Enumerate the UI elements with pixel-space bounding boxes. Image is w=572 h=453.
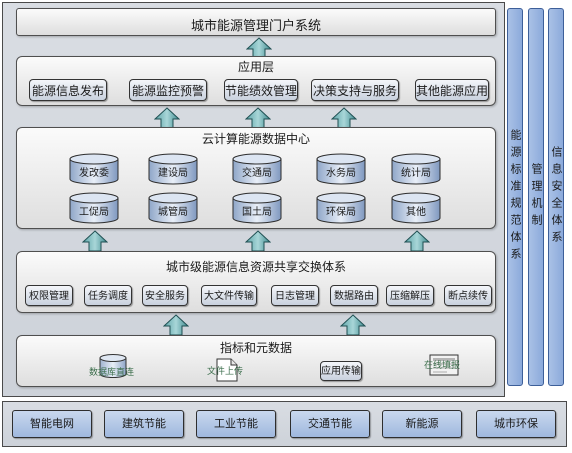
cloud-data-center: 云计算能源数据中心 发改委 建设局 交通局 水务局 统计局 工促局 城管局 国土局 环保局 其他 [16,127,496,229]
database-row2-1[interactable]: 城管局 [148,192,198,224]
db-direct-label: 数据库直连 [89,368,135,378]
exchange-item-routing[interactable]: 数据路由 [330,285,378,306]
side-bar-info-security: 信息安全体系 [548,8,564,386]
metadata-layer: 指标和元数据 数据库直连 文件上传 应用传输 在线填报 [16,335,496,387]
metadata-title: 指标和元数据 [219,341,292,355]
arrow-up-icon [154,107,180,129]
arrow-up-icon [340,314,366,336]
database-row1-1[interactable]: 建设局 [148,153,198,185]
database-label: 其他 [406,207,426,218]
app-item-other[interactable]: 其他能源应用 [415,79,489,101]
bottom-domain-bar: 智能电网 建筑节能 工业节能 交通节能 新能源 城市环保 [2,401,567,447]
database-label: 工促局 [79,207,109,218]
database-label: 交通局 [242,168,272,179]
arrow-up-icon [331,107,357,129]
database-label: 水务局 [326,168,356,179]
arrow-up-icon [163,314,189,336]
app-item-performance[interactable]: 节能绩效管理 [224,79,298,101]
exchange-system-title: 城市级能源信息资源共享交换体系 [165,260,346,274]
arrow-up-icon [404,230,430,252]
bottom-item-smart-grid[interactable]: 智能电网 [12,410,92,438]
application-layer: 应用层 能源信息发布 能源监控预警 节能绩效管理 决策支持与服务 其他能源应用 [16,56,496,106]
exchange-item-resume[interactable]: 断点续传 [444,285,492,306]
app-item-monitor-warning[interactable]: 能源监控预警 [129,79,207,101]
exchange-item-security[interactable]: 安全服务 [142,285,188,306]
bottom-item-transport[interactable]: 交通节能 [290,410,370,438]
database-row1-4[interactable]: 统计局 [391,153,441,185]
database-row2-2[interactable]: 国土局 [232,192,282,224]
database-label: 统计局 [401,168,431,179]
exchange-item-permission[interactable]: 权限管理 [25,285,73,306]
side-bar-management: 管理机制 [528,8,544,386]
app-item-info-release[interactable]: 能源信息发布 [29,79,107,101]
database-label: 国土局 [242,207,272,218]
file-upload-label: 文件上传 [207,367,244,377]
arrow-up-icon [82,230,108,252]
arrow-up-icon [245,107,271,129]
database-row2-4[interactable]: 其他 [391,192,441,224]
portal-layer: 城市能源管理门户系统 [16,8,496,36]
bottom-item-building[interactable]: 建筑节能 [104,410,184,438]
exchange-item-large-file[interactable]: 大文件传输 [201,285,257,306]
bottom-item-new-energy[interactable]: 新能源 [382,410,462,438]
exchange-item-compression[interactable]: 压缩解压 [386,285,434,306]
app-item-decision-support[interactable]: 决策支持与服务 [311,79,399,101]
database-label: 建设局 [158,168,188,179]
side-bar-energy-standards: 能源标准规范体系 [507,8,523,386]
database-label: 环保局 [326,207,356,218]
database-label: 城管局 [158,207,188,218]
exchange-item-log[interactable]: 日志管理 [271,285,319,306]
online-fill-label: 在线填报 [424,361,461,371]
database-row2-3[interactable]: 环保局 [316,192,366,224]
database-row1-3[interactable]: 水务局 [316,153,366,185]
exchange-item-task-scheduling[interactable]: 任务调度 [84,285,132,306]
cloud-center-title: 云计算能源数据中心 [201,132,310,146]
arrow-up-icon [245,230,271,252]
portal-title: 城市能源管理门户系统 [190,19,321,34]
bottom-item-industry[interactable]: 工业节能 [196,410,276,438]
app-transfer-button[interactable]: 应用传输 [320,361,362,381]
exchange-system: 城市级能源信息资源共享交换体系 权限管理 任务调度 安全服务 大文件传输 日志管… [16,251,496,313]
application-layer-title: 应用层 [237,60,274,74]
database-label: 发改委 [79,168,109,179]
database-row1-2[interactable]: 交通局 [232,153,282,185]
bottom-item-environment[interactable]: 城市环保 [476,410,556,438]
database-row2-0[interactable]: 工促局 [69,192,119,224]
database-row1-0[interactable]: 发改委 [69,153,119,185]
